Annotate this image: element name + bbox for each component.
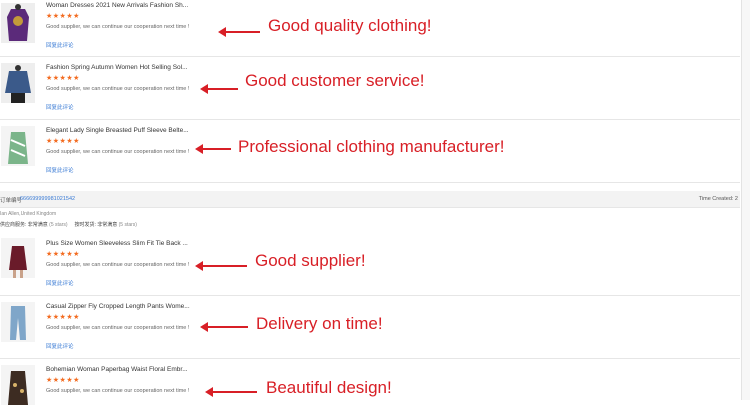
star-rating: ★★★★★: [46, 138, 80, 145]
review-text: Good supplier, we can continue our coope…: [46, 325, 190, 331]
annotation-arrow-left-icon: [195, 259, 247, 273]
reply-link[interactable]: 回复此评论: [46, 342, 74, 350]
star-rating: ★★★★★: [46, 314, 80, 321]
scrollbar-edge[interactable]: [741, 0, 750, 400]
supplier-service-stars: (5 stars): [49, 222, 68, 228]
product-title[interactable]: Casual Zipper Fly Cropped Length Pants W…: [46, 303, 190, 310]
annotation-caption: Good quality clothing!: [268, 16, 432, 35]
buyer-info: Ian Allen,United Kingdom: [0, 211, 57, 217]
order-header: 订单编号 666699999981021542 Time Created: 2: [0, 191, 740, 208]
review-row: Plus Size Women Sleeveless Slim Fit Tie …: [0, 233, 740, 296]
product-thumbnail[interactable]: [1, 302, 35, 342]
annotation-caption: Good supplier!: [255, 251, 366, 270]
annotation-arrow-left-icon: [218, 25, 260, 39]
on-time-stars: (5 stars): [118, 222, 137, 228]
product-title[interactable]: Bohemian Woman Paperbag Waist Floral Emb…: [46, 366, 188, 373]
product-thumbnail[interactable]: [1, 63, 35, 103]
product-thumbnail[interactable]: [1, 3, 35, 43]
on-time-rating: 按时发货: 非常满意: [74, 222, 118, 228]
rating-summary: 供应商服务: 非常满意 (5 stars) 按时发货: 非常满意 (5 star…: [0, 221, 137, 228]
annotation-caption: Professional clothing manufacturer!: [238, 137, 505, 156]
annotation-arrow-left-icon: [200, 320, 248, 334]
review-text: Good supplier, we can continue our coope…: [46, 24, 190, 30]
order-number-link[interactable]: 666699999981021542: [20, 196, 75, 202]
product-thumbnail[interactable]: [1, 238, 35, 278]
product-thumbnail[interactable]: [1, 365, 35, 405]
product-thumbnail[interactable]: [1, 126, 35, 166]
reply-link[interactable]: 回复此评论: [46, 279, 74, 287]
product-title[interactable]: Plus Size Women Sleeveless Slim Fit Tie …: [46, 240, 188, 247]
star-rating: ★★★★★: [46, 13, 80, 20]
review-text: Good supplier, we can continue our coope…: [46, 262, 190, 268]
annotation-caption: Beautiful design!: [266, 378, 392, 397]
review-text: Good supplier, we can continue our coope…: [46, 86, 190, 92]
annotation-caption: Delivery on time!: [256, 314, 383, 333]
annotation-arrow-left-icon: [200, 82, 238, 96]
annotation-arrow-left-icon: [195, 142, 231, 156]
review-text: Good supplier, we can continue our coope…: [46, 149, 190, 155]
product-title[interactable]: Elegant Lady Single Breasted Puff Sleeve…: [46, 127, 189, 134]
reply-link[interactable]: 回复此评论: [46, 41, 74, 49]
time-created-label: Time Created: 2: [698, 196, 738, 202]
product-title[interactable]: Woman Dresses 2021 New Arrivals Fashion …: [46, 2, 188, 9]
star-rating: ★★★★★: [46, 251, 80, 258]
annotation-caption: Good customer service!: [245, 71, 425, 90]
reply-link[interactable]: 回复此评论: [46, 103, 74, 111]
review-text: Good supplier, we can continue our coope…: [46, 388, 190, 394]
order-number-label: 订单编号: [0, 198, 23, 204]
star-rating: ★★★★★: [46, 75, 80, 82]
reply-link[interactable]: 回复此评论: [46, 166, 74, 174]
supplier-service-rating: 供应商服务: 非常满意: [0, 222, 48, 228]
product-title[interactable]: Fashion Spring Autumn Women Hot Selling …: [46, 64, 188, 71]
annotation-arrow-left-icon: [205, 385, 257, 399]
star-rating: ★★★★★: [46, 377, 80, 384]
